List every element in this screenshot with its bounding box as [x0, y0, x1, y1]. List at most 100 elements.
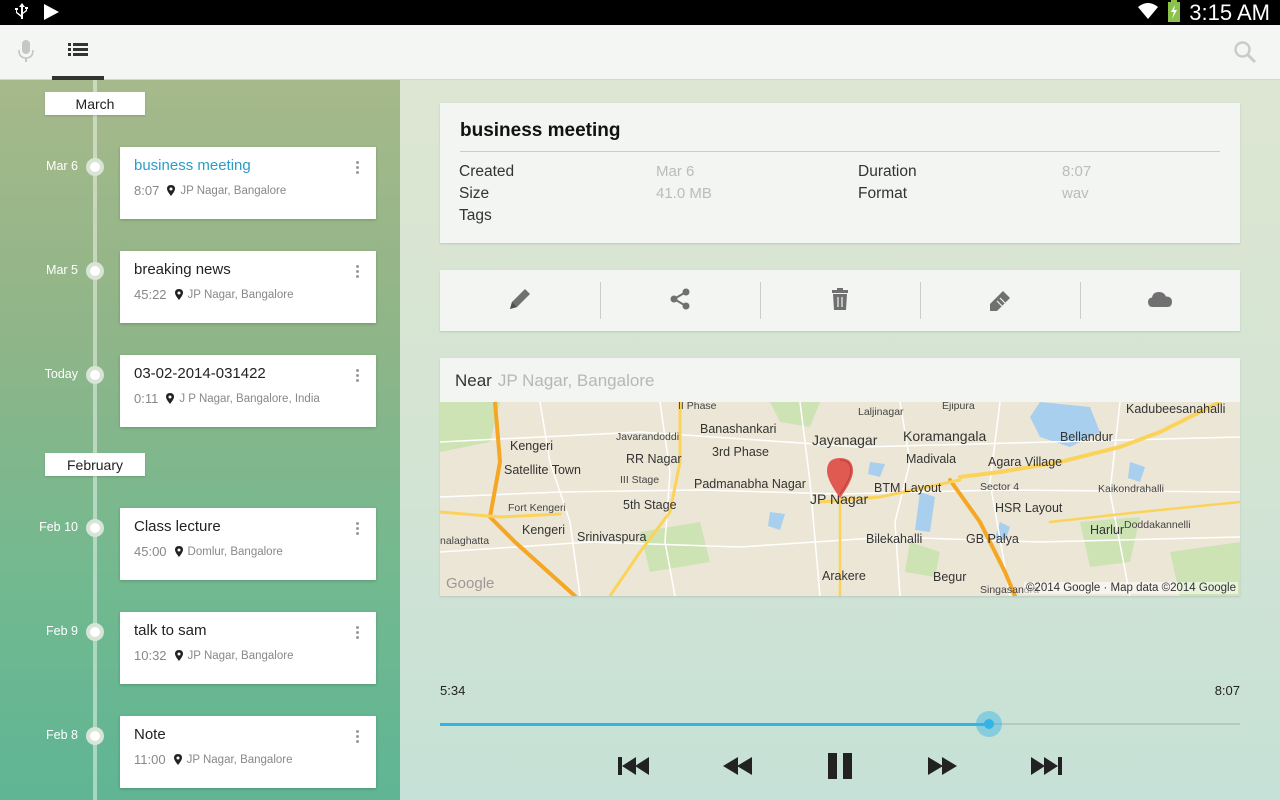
details-card: business meeting Created Mar 6 Size 41.0…	[440, 103, 1240, 243]
wifi-icon	[1137, 1, 1159, 25]
recording-date: Feb 8	[46, 728, 78, 742]
recording-location: JP Nagar, Bangalore	[187, 649, 294, 662]
location-pin-icon	[166, 389, 175, 408]
duration-label: Duration	[858, 163, 917, 180]
rewind-button[interactable]	[718, 750, 758, 786]
recordings-timeline[interactable]: March Mar 6 business meeting 8:07 JP Nag…	[0, 80, 400, 800]
pause-button[interactable]	[820, 750, 860, 786]
battery-icon	[1167, 0, 1181, 26]
tag-icon	[987, 286, 1013, 316]
map-label: Bellandur	[1060, 430, 1113, 444]
timeline-dot	[86, 366, 104, 384]
search-button[interactable]	[1230, 39, 1260, 69]
edit-button[interactable]	[440, 270, 600, 331]
recording-location: Domlur, Bangalore	[187, 545, 283, 558]
tags-label: Tags	[459, 207, 492, 224]
recording-location: J P Nagar, Bangalore, India	[179, 392, 320, 405]
recording-date: Mar 6	[46, 159, 78, 173]
map-label: Srinivaspura	[577, 530, 647, 544]
status-time: 3:15 AM	[1189, 0, 1270, 25]
recording-card[interactable]: talk to sam 10:32 JP Nagar, Bangalore	[120, 612, 376, 684]
status-bar: 3:15 AM	[0, 0, 1280, 25]
edit-tags-button[interactable]	[920, 270, 1080, 331]
search-icon	[1233, 40, 1257, 68]
recording-card[interactable]: business meeting 8:07 JP Nagar, Bangalor…	[120, 147, 376, 219]
tab-record[interactable]	[8, 37, 44, 69]
map-label: Doddakannelli	[1124, 519, 1191, 531]
overflow-menu-icon[interactable]	[352, 730, 362, 748]
map-copyright: ©2014 Google · Map data ©2014 Google	[1023, 582, 1238, 594]
fast-forward-icon	[927, 756, 957, 780]
map-label: Kaikondrahalli	[1098, 483, 1164, 495]
overflow-menu-icon[interactable]	[352, 161, 362, 179]
recording-card[interactable]: breaking news 45:22 JP Nagar, Bangalore	[120, 251, 376, 323]
share-button[interactable]	[600, 270, 760, 331]
google-watermark: Google	[446, 575, 495, 592]
cloud-upload-button[interactable]	[1080, 270, 1240, 331]
edit-icon	[507, 286, 533, 316]
timeline-dot	[86, 519, 104, 537]
timeline-dot	[86, 262, 104, 280]
seek-bar[interactable]	[440, 711, 1240, 737]
map-label: Banashankari	[700, 422, 777, 436]
map-label: Javarandoddi	[616, 431, 680, 443]
recording-card[interactable]: Class lecture 45:00 Domlur, Bangalore	[120, 508, 376, 580]
current-time: 5:34	[440, 683, 466, 698]
tab-list[interactable]	[52, 37, 104, 80]
action-bar	[440, 270, 1240, 331]
overflow-menu-icon[interactable]	[352, 265, 362, 283]
play-store-icon	[42, 3, 60, 25]
recording-duration: 10:32	[134, 648, 167, 663]
location-pin-icon	[167, 181, 176, 200]
recording-card[interactable]: Note 11:00 JP Nagar, Bangalore	[120, 716, 376, 788]
delete-button[interactable]	[760, 270, 920, 331]
format-value: wav	[1062, 185, 1089, 202]
format-label: Format	[858, 185, 908, 202]
map-label: II Phase	[678, 402, 717, 412]
map-label: Sector 4	[980, 481, 1020, 493]
skip-next-button[interactable]	[1026, 750, 1066, 786]
seek-thumb[interactable]	[975, 711, 1002, 737]
timeline-line	[93, 80, 97, 800]
map-label: 3rd Phase	[712, 445, 769, 459]
fast-forward-button[interactable]	[922, 750, 962, 786]
recording-location: JP Nagar, Bangalore	[186, 753, 293, 766]
map-label: 5th Stage	[623, 498, 677, 512]
map-label: nalaghatta	[440, 535, 490, 547]
map-label: Harlur	[1090, 523, 1125, 537]
map-label: GB Palya	[966, 532, 1019, 546]
app-bar	[0, 25, 1280, 80]
map-label: Kengeri	[522, 523, 566, 537]
map-label: Arakere	[822, 569, 866, 583]
map-label: Ejipura	[942, 402, 975, 412]
location-map[interactable]: II Phase Laljinagar Ejipura Kadubeesanah…	[440, 402, 1240, 596]
recording-title: business meeting	[134, 157, 251, 174]
total-time: 8:07	[1214, 683, 1240, 698]
recording-date: Today	[44, 367, 78, 381]
map-label: Madivala	[906, 452, 957, 466]
detail-title: business meeting	[460, 120, 621, 141]
overflow-menu-icon[interactable]	[352, 522, 362, 540]
cloud-icon	[1147, 290, 1173, 312]
recording-duration: 45:22	[134, 287, 167, 302]
skip-previous-button[interactable]	[616, 750, 652, 786]
timeline-dot	[86, 158, 104, 176]
skip-next-icon	[1030, 756, 1062, 780]
map-label: Agara Village	[988, 455, 1063, 469]
map-label: Fort Kengeri	[508, 502, 566, 514]
duration-value: 8:07	[1062, 163, 1092, 180]
skip-previous-icon	[618, 756, 650, 780]
recording-duration: 11:00	[134, 752, 166, 767]
recording-duration: 8:07	[134, 183, 160, 198]
recording-card[interactable]: 03-02-2014-031422 0:11 J P Nagar, Bangal…	[120, 355, 376, 427]
location-pin-icon	[174, 542, 183, 561]
playback-controls	[400, 750, 1280, 790]
near-location: JP Nagar, Bangalore	[497, 371, 655, 390]
overflow-menu-icon[interactable]	[352, 369, 362, 387]
overflow-menu-icon[interactable]	[352, 626, 362, 644]
map-label: Kadubeesanahalli	[1126, 402, 1226, 416]
recording-location: JP Nagar, Bangalore	[187, 288, 294, 301]
recording-title: 03-02-2014-031422	[134, 365, 266, 382]
location-pin-icon	[174, 646, 183, 665]
created-value: Mar 6	[656, 163, 695, 180]
